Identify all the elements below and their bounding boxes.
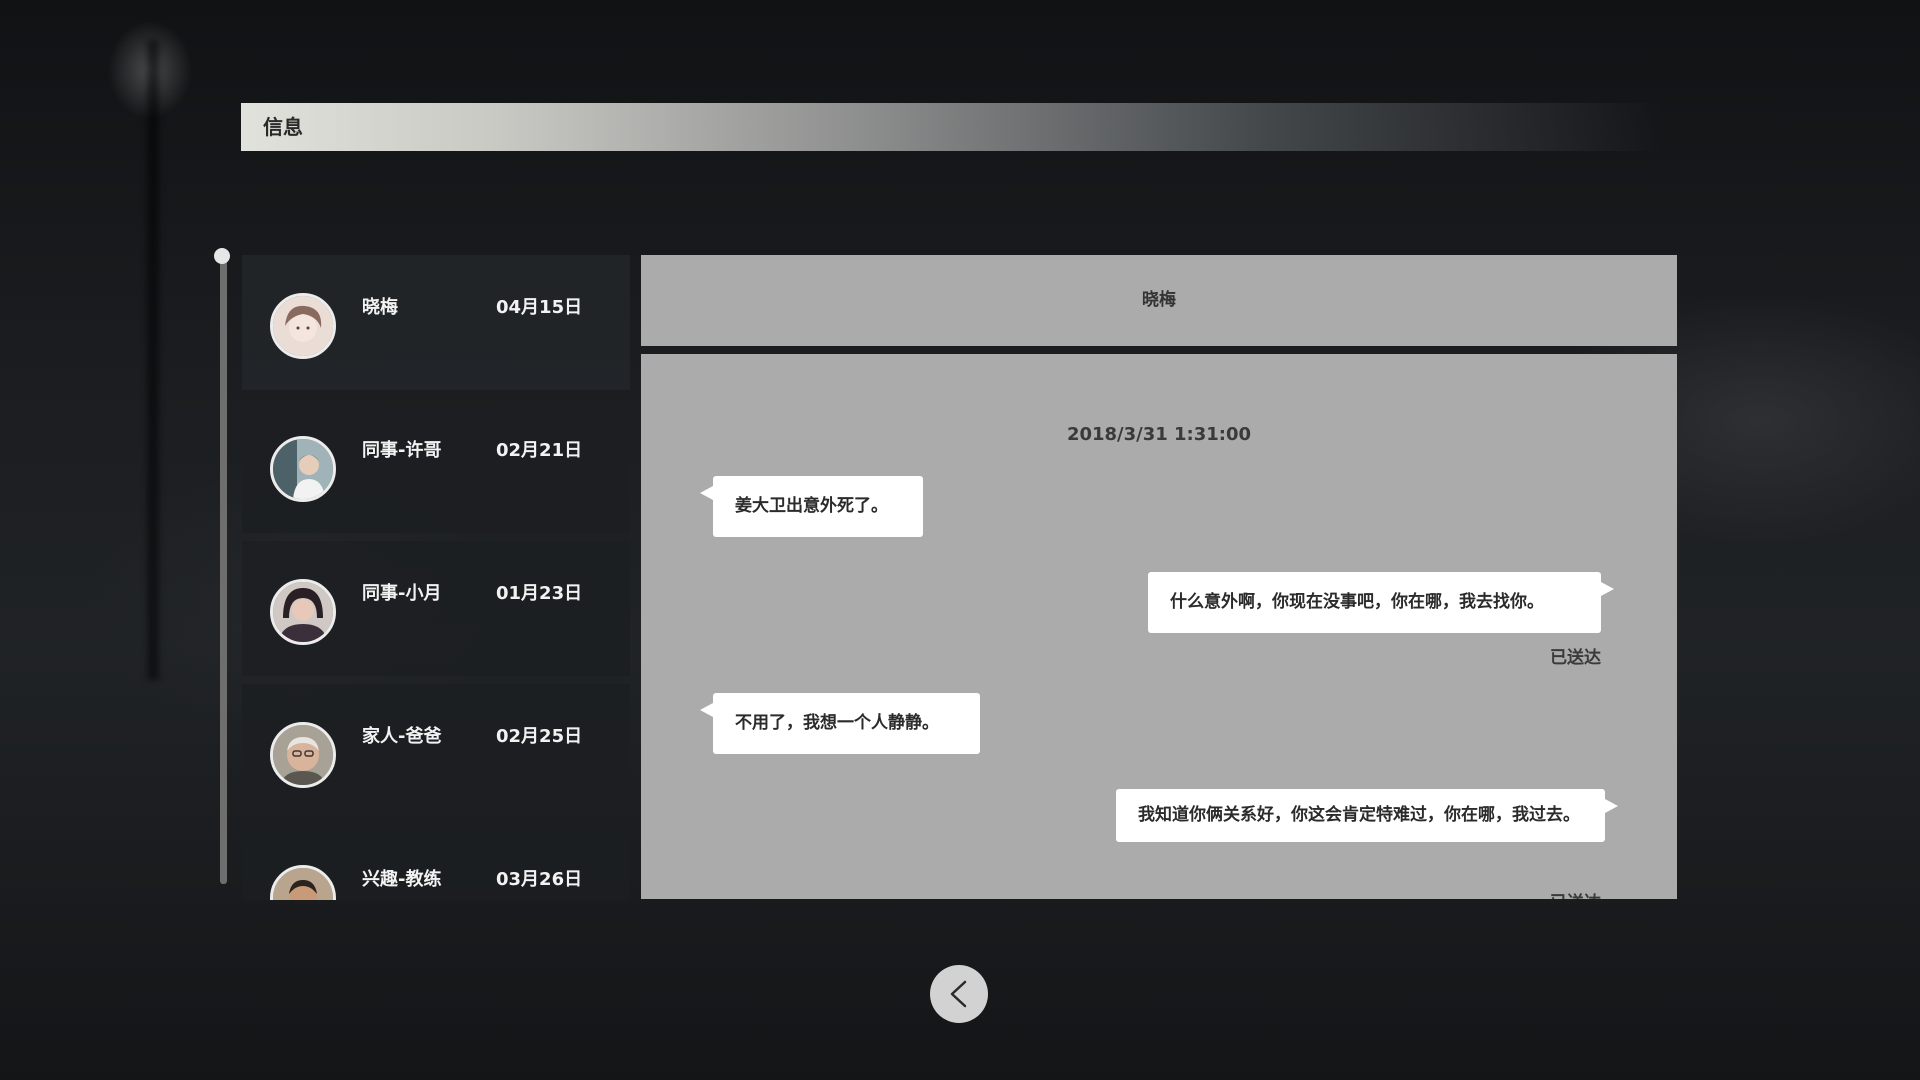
delivered-status: 已送达 bbox=[1550, 648, 1601, 668]
back-arrow-icon bbox=[950, 980, 967, 1008]
title-bar: 信息 bbox=[241, 103, 1661, 151]
contact-list: 晓梅 04月15日 同事-许哥 02月21日 同事-小月 01月23日 家人-爸… bbox=[242, 255, 630, 900]
contact-item-xiaomei[interactable]: 晓梅 04月15日 bbox=[242, 255, 630, 390]
scrollbar-track[interactable] bbox=[220, 258, 227, 884]
incoming-message: 不用了，我想一个人静静。 bbox=[700, 693, 980, 754]
avatar-older-man-icon bbox=[270, 722, 336, 788]
chat-body[interactable]: 2018/3/31 1:31:00 姜大卫出意外死了。 什么意外啊，你现在没事吧… bbox=[641, 354, 1677, 899]
avatar-man-icon bbox=[270, 436, 336, 502]
back-button[interactable] bbox=[930, 965, 988, 1023]
message-text: 姜大卫出意外死了。 bbox=[735, 496, 888, 516]
message-text: 我知道你俩关系好，你这会肯定特难过，你在哪，我过去。 bbox=[1138, 805, 1580, 825]
contact-date: 03月26日 bbox=[496, 869, 583, 890]
contact-date: 02月21日 bbox=[496, 440, 583, 461]
contact-name: 同事-许哥 bbox=[362, 440, 442, 461]
contact-item-xiaoyue[interactable]: 同事-小月 01月23日 bbox=[242, 541, 630, 676]
message-text: 不用了，我想一个人静静。 bbox=[735, 713, 939, 733]
message-text: 什么意外啊，你现在没事吧，你在哪，我去找你。 bbox=[1170, 592, 1544, 612]
contact-name: 家人-爸爸 bbox=[362, 726, 442, 747]
contact-date: 02月25日 bbox=[496, 726, 583, 747]
scrollbar-thumb[interactable] bbox=[214, 248, 230, 264]
avatar-man-icon bbox=[270, 865, 336, 900]
contact-date: 01月23日 bbox=[496, 583, 583, 604]
contact-item-baba[interactable]: 家人-爸爸 02月25日 bbox=[242, 684, 630, 819]
avatar-woman-icon bbox=[270, 579, 336, 645]
contact-item-xuge[interactable]: 同事-许哥 02月21日 bbox=[242, 398, 630, 533]
contact-name: 晓梅 bbox=[362, 297, 398, 318]
delivered-status: 已送达 bbox=[1550, 888, 1601, 899]
outgoing-message: 我知道你俩关系好，你这会肯定特难过，你在哪，我过去。 bbox=[1116, 789, 1618, 842]
contact-item-jiaolian[interactable]: 兴趣-教练 03月26日 bbox=[242, 827, 630, 900]
incoming-message: 姜大卫出意外死了。 bbox=[700, 476, 923, 537]
outgoing-message: 什么意外啊，你现在没事吧，你在哪，我去找你。 bbox=[1148, 572, 1614, 633]
chat-header: 晓梅 bbox=[641, 255, 1677, 346]
chat-contact-name: 晓梅 bbox=[1142, 290, 1176, 310]
contact-name: 兴趣-教练 bbox=[362, 869, 442, 890]
contact-name: 同事-小月 bbox=[362, 583, 442, 604]
avatar-woman-icon bbox=[270, 293, 336, 359]
page-title: 信息 bbox=[263, 115, 303, 139]
contact-date: 04月15日 bbox=[496, 297, 583, 318]
message-timestamp: 2018/3/31 1:31:00 bbox=[1066, 424, 1252, 445]
background-lamp-post bbox=[146, 40, 160, 680]
